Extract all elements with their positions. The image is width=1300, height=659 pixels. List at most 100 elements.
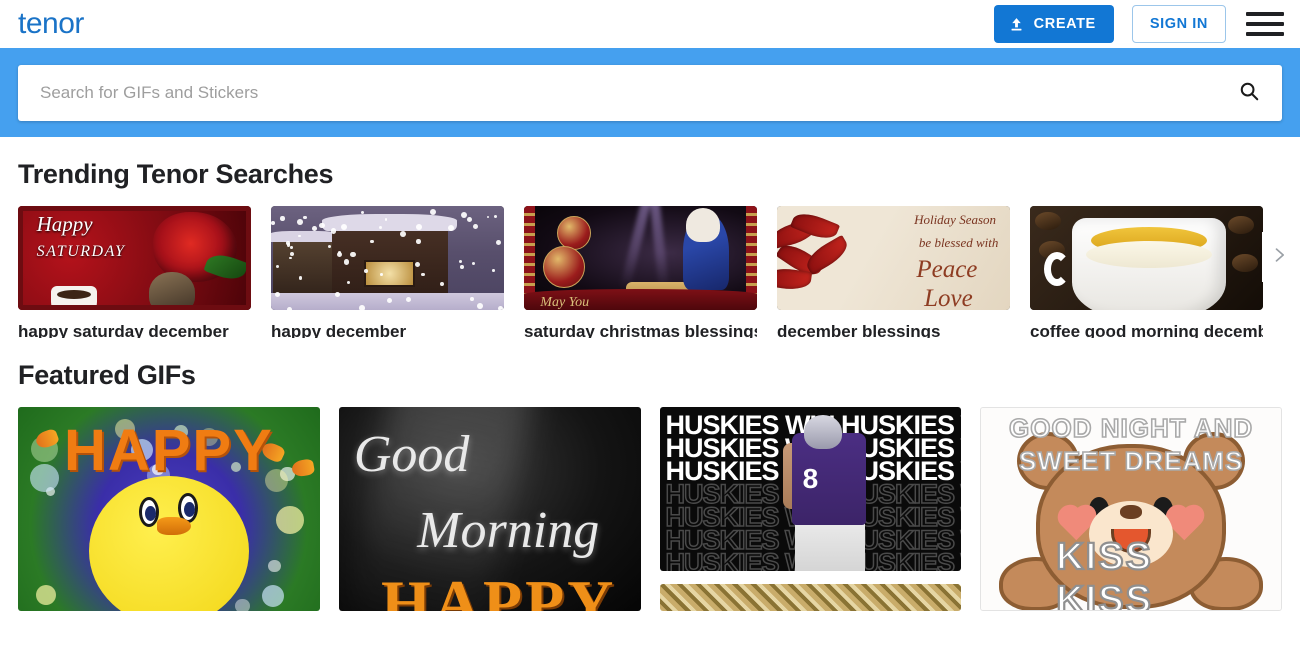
snowflake — [496, 240, 501, 245]
search-button[interactable] — [1234, 78, 1264, 108]
trending-thumbnail[interactable] — [271, 206, 504, 310]
featured-grid: HAPPY Good Morning HAPPY HUSKIES WIN HUS… — [0, 407, 1300, 611]
snowflake — [335, 292, 340, 297]
trending-label: happy december — [271, 322, 504, 338]
bear-nose — [1120, 505, 1142, 519]
player-helmet — [804, 415, 842, 449]
jersey-number: 8 — [803, 463, 819, 495]
snowflake — [477, 303, 483, 309]
ornament-shape — [543, 246, 585, 288]
upload-icon — [1008, 16, 1025, 33]
create-button[interactable]: CREATE — [994, 5, 1114, 43]
top-bar-actions: CREATE SIGN IN — [994, 5, 1284, 43]
trending-carousel: Happy SATURDAY happy saturday december h… — [0, 206, 1300, 338]
frame-border — [18, 206, 251, 310]
trending-label: december blessings — [777, 322, 1010, 338]
snowflake — [472, 262, 476, 266]
search-input[interactable] — [40, 83, 1234, 103]
artwork-good-night-bear: GOOD NIGHT AND SWEET DREAMS KISS KISS — [981, 408, 1281, 610]
trending-label: saturday christmas blessings — [524, 322, 757, 338]
trending-thumbnail[interactable]: Happy SATURDAY — [18, 206, 251, 310]
chevron-right-icon — [1269, 242, 1289, 273]
snowflake — [280, 216, 284, 220]
trending-card[interactable]: Holiday Season be blessed with Peace Lov… — [777, 206, 1010, 338]
artwork-snowy-house — [271, 206, 504, 310]
poinsettia-shape — [777, 210, 889, 306]
trending-thumbnail[interactable]: May You — [524, 206, 757, 310]
artwork-text: be blessed with — [919, 235, 998, 251]
trending-card[interactable]: May You saturday christmas blessings — [524, 206, 757, 338]
trending-label: coffee good morning december — [1030, 322, 1263, 338]
snowflake — [473, 224, 478, 229]
search-icon — [1238, 80, 1260, 105]
trending-thumbnail[interactable] — [1030, 206, 1263, 310]
hamburger-line — [1246, 22, 1284, 26]
snowflake — [492, 269, 495, 272]
veil-shape — [686, 208, 720, 242]
featured-section-title: Featured GIFs — [0, 338, 1300, 407]
artwork-good-morning: Good Morning HAPPY — [339, 407, 641, 611]
featured-gif-tile[interactable]: GOOD NIGHT AND SWEET DREAMS KISS KISS — [980, 407, 1282, 611]
snowflake — [290, 246, 293, 249]
snowflake — [460, 265, 464, 269]
artwork-text: GOOD NIGHT AND SWEET DREAMS — [987, 412, 1275, 477]
snowflake — [297, 219, 303, 225]
snowflake — [350, 252, 355, 257]
snowflake — [415, 262, 420, 267]
artwork-text: Peace — [916, 256, 977, 284]
snowflake — [271, 221, 275, 225]
trending-card[interactable]: happy december — [271, 206, 504, 338]
featured-column: HAPPY — [18, 407, 320, 611]
snowflake — [331, 228, 337, 234]
snowflake — [467, 217, 472, 222]
bokeh-light — [268, 560, 281, 573]
bokeh-light — [276, 506, 304, 534]
snowflake — [287, 307, 292, 310]
featured-gif-tile[interactable] — [660, 584, 962, 611]
hamburger-line — [1246, 32, 1284, 36]
artwork-nativity: May You — [524, 206, 757, 310]
bokeh-light — [235, 599, 250, 611]
artwork-peace-love: Holiday Season be blessed with Peace Lov… — [777, 206, 1010, 310]
trending-section-title: Trending Tenor Searches — [0, 137, 1300, 206]
snowflake — [344, 259, 349, 264]
trending-card[interactable]: Happy SATURDAY happy saturday december — [18, 206, 251, 338]
featured-column: HUSKIES WIN HUSKIES WIN HUSKIES WIN HUSK… — [660, 407, 962, 611]
sign-in-button[interactable]: SIGN IN — [1132, 5, 1226, 43]
featured-gif-tile[interactable]: HUSKIES WIN HUSKIES WIN HUSKIES WIN HUSK… — [660, 407, 962, 571]
snowflake — [487, 216, 489, 218]
snowflake — [341, 224, 347, 230]
snowflake — [498, 306, 503, 310]
snowflake — [448, 225, 454, 231]
hamburger-menu-icon[interactable] — [1246, 8, 1284, 40]
cup-handle — [1044, 252, 1070, 286]
snowflake — [494, 215, 497, 218]
bird-beak — [157, 517, 191, 535]
trending-thumbnail[interactable]: Holiday Season be blessed with Peace Lov… — [777, 206, 1010, 310]
tenor-logo[interactable]: tenor — [18, 9, 84, 39]
bird-eye — [139, 497, 159, 527]
snowflake — [470, 297, 474, 301]
featured-column: Good Morning HAPPY — [339, 407, 641, 611]
snowflake — [459, 260, 462, 263]
window-shape — [364, 260, 415, 287]
search-banner — [0, 48, 1300, 137]
artwork-text: HAPPY — [381, 566, 616, 611]
hamburger-line — [1246, 12, 1284, 16]
snowflake — [416, 224, 422, 230]
featured-gif-tile[interactable]: HAPPY — [18, 407, 320, 611]
snowflake — [298, 235, 300, 237]
bokeh-light — [36, 585, 56, 605]
artwork-text: Holiday Season — [914, 212, 996, 228]
carousel-next-button[interactable] — [1262, 232, 1296, 282]
trending-label: happy saturday december — [18, 322, 251, 338]
artwork-text: KISS KISS — [1056, 536, 1206, 611]
search-bar[interactable] — [18, 65, 1282, 121]
trending-card[interactable]: coffee good morning december — [1030, 206, 1263, 338]
artwork-coffee-cup — [1030, 206, 1263, 310]
featured-gif-tile[interactable]: Good Morning HAPPY — [339, 407, 641, 611]
side-roof-shape — [271, 231, 339, 242]
bokeh-light — [262, 585, 284, 607]
artwork-huskies-win: HUSKIES WIN HUSKIES WIN HUSKIES WIN HUSK… — [660, 407, 962, 571]
artwork-happy-saturday: Happy SATURDAY — [18, 206, 251, 310]
